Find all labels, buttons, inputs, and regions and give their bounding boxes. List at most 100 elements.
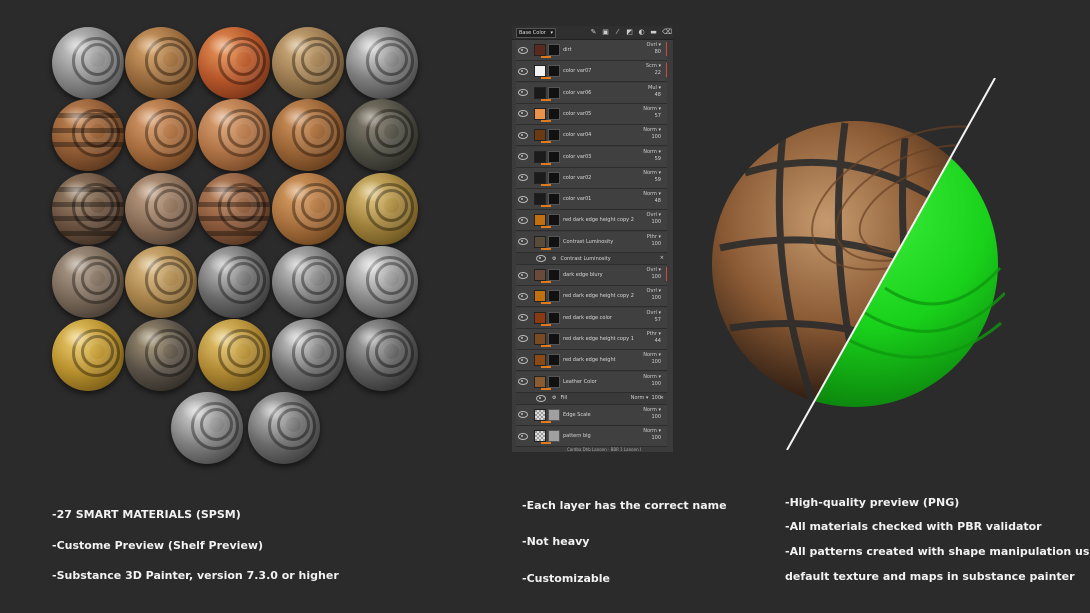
opacity-value[interactable]: 59 [643, 156, 661, 163]
layer-row[interactable]: color var05 Norm ▾ 57 [516, 103, 667, 125]
remove-effect-icon[interactable]: × [660, 395, 664, 401]
opacity-value[interactable]: 44 [647, 338, 661, 345]
layer-folder-row[interactable]: Leather Color Norm ▾ 100 [516, 371, 667, 393]
visibility-eye-icon[interactable] [518, 131, 528, 139]
layer-effect-row[interactable]: ⚙ Fill Norm ▾ 100 × [516, 392, 667, 405]
visibility-eye-icon[interactable] [536, 394, 546, 402]
trash-icon[interactable]: ⌫ [662, 29, 672, 36]
layer-mask-thumbnail [548, 44, 560, 56]
blend-mode-select[interactable]: Norm ▾ [643, 127, 661, 134]
blend-mode-select[interactable]: Norm ▾ [643, 149, 661, 156]
visibility-eye-icon[interactable] [518, 292, 528, 300]
layer-tag-bar [541, 77, 551, 80]
visibility-eye-icon[interactable] [518, 335, 528, 343]
feature-version: -Substance 3D Painter, version 7.3.0 or … [52, 569, 339, 582]
visibility-eye-icon[interactable] [518, 110, 528, 118]
layer-row[interactable]: Edge Scale Norm ▾ 100 [516, 404, 667, 426]
blend-mode-select[interactable]: Pthr ▾ [647, 234, 661, 241]
opacity-value[interactable]: 100 [643, 381, 661, 388]
layer-row[interactable]: color var04 Norm ▾ 100 [516, 125, 667, 147]
visibility-eye-icon[interactable] [518, 378, 528, 385]
visibility-eye-icon[interactable] [518, 432, 528, 440]
fill-icon[interactable]: ◩ [626, 29, 633, 36]
blend-mode-select[interactable]: Norm ▾ [643, 428, 661, 435]
blend-mode-select[interactable]: Pthr ▾ [647, 331, 661, 338]
layer-row[interactable]: red dark edge height Norm ▾ 100 [516, 350, 667, 372]
opacity-value[interactable]: 100 [647, 241, 661, 248]
material-sphere [346, 246, 418, 318]
layer-mask-thumbnail [548, 86, 560, 99]
visibility-eye-icon[interactable] [536, 255, 546, 262]
opacity-value[interactable]: 100 [647, 274, 661, 281]
blend-mode-select[interactable]: Norm ▾ [631, 395, 649, 401]
blend-mode-select[interactable]: Ovrl ▾ [647, 267, 661, 274]
layer-row[interactable]: color var06 Mul ▾ 48 [516, 82, 667, 104]
opacity-value[interactable]: 100 [643, 359, 661, 366]
material-sphere [198, 173, 270, 245]
layer-folder-row[interactable]: Contrast Luminosity Pthr ▾ 100 [516, 231, 667, 253]
opacity-value[interactable]: 57 [647, 317, 661, 324]
visibility-eye-icon[interactable] [518, 195, 528, 203]
paint-icon[interactable]: ⁄ [614, 29, 621, 36]
brush-icon[interactable]: ✎ [590, 29, 597, 36]
layer-tag-bar [541, 247, 551, 250]
blend-mode-select[interactable]: Ovrl ▾ [647, 42, 661, 49]
material-sphere [171, 392, 243, 464]
opacity-value[interactable]: 22 [646, 70, 661, 77]
opacity-value[interactable]: 57 [643, 113, 661, 120]
opacity-value[interactable]: 80 [647, 49, 661, 56]
layer-row[interactable]: color var03 Norm ▾ 59 [516, 146, 667, 168]
visibility-eye-icon[interactable] [518, 153, 528, 160]
material-sphere [272, 99, 344, 171]
layer-row[interactable]: red dark edge height copy 2 Ovrl ▾ 100 [516, 210, 667, 232]
blend-mode-select[interactable]: Norm ▾ [643, 374, 661, 381]
blend-mode-select[interactable]: Ovrl ▾ [647, 288, 661, 295]
visibility-eye-icon[interactable] [518, 67, 528, 75]
visibility-eye-icon[interactable] [518, 271, 528, 279]
opacity-value[interactable]: 100 [643, 134, 661, 141]
mask-icon[interactable]: ▣ [602, 29, 609, 36]
sphere-highlight [258, 399, 287, 421]
layer-row[interactable]: dirt Ovrl ▾ 80 [516, 40, 667, 61]
visibility-eye-icon[interactable] [518, 216, 528, 224]
visibility-eye-icon[interactable] [518, 411, 528, 419]
opacity-value[interactable]: 100 [647, 219, 661, 226]
layer-tag-bar [541, 119, 551, 122]
layer-row[interactable]: color var02 Norm ▾ 59 [516, 167, 667, 189]
folder-icon[interactable]: ▬ [650, 29, 657, 36]
layer-thumbnail [534, 86, 546, 99]
blend-mode-select[interactable]: Ovrl ▾ [647, 310, 661, 317]
remove-effect-icon[interactable]: × [660, 255, 664, 261]
layer-row[interactable]: color var01 Norm ▾ 48 [516, 189, 667, 211]
visibility-eye-icon[interactable] [518, 356, 528, 364]
opacity-value[interactable]: 59 [643, 177, 661, 184]
blend-mode-select[interactable]: Mul ▾ [648, 85, 661, 92]
sphere-highlight [208, 106, 237, 128]
visibility-eye-icon[interactable] [518, 314, 528, 322]
layer-row[interactable]: red dark edge height copy 2 Ovrl ▾ 100 [516, 286, 667, 308]
blend-mode-select[interactable]: Scrn ▾ [646, 63, 661, 70]
layer-row[interactable]: dark edge blury Ovrl ▾ 100 [516, 265, 667, 286]
visibility-eye-icon[interactable] [518, 174, 528, 182]
visibility-eye-icon[interactable] [518, 89, 528, 97]
layer-row[interactable]: pattern big Norm ▾ 100 [516, 426, 667, 448]
blend-mode-select[interactable]: Ovrl ▾ [647, 212, 661, 219]
layer-row[interactable]: color var07 Scrn ▾ 22 [516, 61, 667, 83]
opacity-value[interactable]: 100 [647, 295, 661, 302]
opacity-value[interactable]: 48 [648, 92, 661, 99]
opacity-value[interactable]: 100 [643, 435, 661, 442]
blend-mode-select[interactable]: Norm ▾ [643, 170, 661, 177]
opacity-value[interactable]: 100 [643, 414, 661, 421]
visibility-eye-icon[interactable] [518, 46, 528, 54]
effect-icon[interactable]: ◐ [638, 29, 645, 36]
layer-effect-row[interactable]: ⚙ Contrast Luminosity × [516, 253, 667, 265]
blend-mode-select[interactable]: Norm ▾ [643, 106, 661, 113]
opacity-value[interactable]: 48 [643, 198, 661, 205]
channel-dropdown[interactable]: Base Color ▾ [516, 27, 556, 38]
blend-mode-select[interactable]: Norm ▾ [643, 352, 661, 359]
blend-mode-select[interactable]: Norm ▾ [643, 191, 661, 198]
blend-mode-select[interactable]: Norm ▾ [643, 407, 661, 414]
visibility-eye-icon[interactable] [518, 238, 528, 246]
layer-row[interactable]: red dark edge color Ovrl ▾ 57 [516, 307, 667, 329]
layer-row[interactable]: red dark edge height copy 1 Pthr ▾ 44 [516, 328, 667, 350]
